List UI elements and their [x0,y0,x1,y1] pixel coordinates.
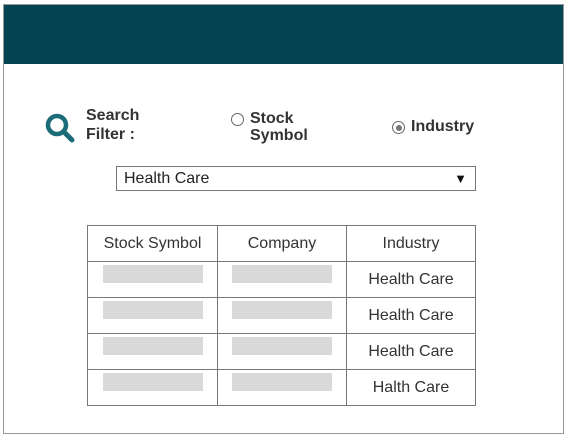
search-filter-label: Search Filter : [86,107,140,143]
table-row[interactable]: Health Care [87,333,476,370]
company-cell [217,297,347,334]
column-header-company[interactable]: Company [217,225,347,262]
industry-radio-label: Industry [411,118,475,135]
search-icon[interactable] [44,112,76,144]
stock-symbol-cell [87,261,218,298]
results-table: Stock Symbol Company Industry Health Car… [87,225,476,406]
company-cell [217,369,347,406]
dropdown-selected-value: Health Care [124,170,210,187]
stock-symbol-placeholder [102,264,203,283]
table-row[interactable]: Halth Care [87,369,476,406]
company-cell [217,261,347,298]
company-cell [217,333,347,370]
stock-symbol-placeholder [102,372,203,391]
stock-symbol-radio-label: Stock Symbol [250,110,308,144]
stock-symbol-placeholder [102,336,203,355]
company-placeholder [232,264,332,283]
industry-cell: Health Care [346,297,476,334]
industry-dropdown[interactable]: Health Care ▼ [116,166,476,191]
company-placeholder [232,300,332,319]
column-header-industry[interactable]: Industry [346,225,476,262]
industry-radio-circle[interactable] [392,121,405,134]
column-header-stock-symbol[interactable]: Stock Symbol [87,225,218,262]
industry-radio[interactable]: Industry [392,118,474,135]
stock-symbol-placeholder [102,300,203,319]
header-bar [4,5,563,64]
stock-symbol-cell [87,297,218,334]
industry-cell: Health Care [346,261,476,298]
table-header-row: Stock Symbol Company Industry [87,225,476,262]
chevron-down-icon[interactable]: ▼ [454,167,467,190]
company-placeholder [232,372,332,391]
stock-symbol-cell [87,333,218,370]
industry-cell: Health Care [346,333,476,370]
stock-symbol-radio[interactable]: Stock Symbol [231,110,320,144]
table-row[interactable]: Health Care [87,297,476,334]
table-row[interactable]: Health Care [87,261,476,298]
stock-symbol-radio-circle[interactable] [231,113,244,126]
company-placeholder [232,336,332,355]
stock-symbol-cell [87,369,218,406]
industry-cell: Halth Care [346,369,476,406]
